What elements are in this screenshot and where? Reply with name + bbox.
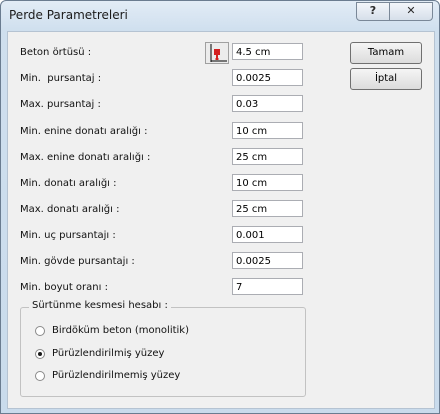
label-min-enine-donati: Min. enine donatı aralığı :	[20, 126, 148, 137]
label-max-pursantaj: Max. pursantaj :	[20, 99, 101, 110]
min-boyut-orani-input[interactable]: 7	[232, 278, 303, 295]
min-pursantaj-input[interactable]: 0.0025	[232, 69, 303, 86]
ok-button[interactable]: Tamam	[350, 42, 422, 64]
min-uc-pursantaji-input[interactable]: 0.001	[232, 226, 303, 243]
max-enine-donati-input[interactable]: 25 cm	[232, 148, 303, 165]
close-icon: ✕	[406, 4, 416, 17]
help-icon: ?	[369, 4, 377, 17]
concrete-cover-glyph	[210, 44, 227, 62]
radio-label: Pürüzlendirilmemiş yüzey	[52, 370, 181, 381]
radio-button[interactable]	[35, 326, 45, 336]
friction-shear-group: Sürtünme kesmesi hesabı : Birdöküm beton…	[20, 300, 306, 397]
friction-group-title: Sürtünme kesmesi hesabı :	[29, 300, 171, 311]
radio-label: Pürüzlendirilmiş yüzey	[52, 348, 165, 359]
dialog-body: Beton örtüsü : Min. pursantaj : Max. pur…	[7, 31, 435, 409]
close-button[interactable]: ✕	[389, 2, 433, 21]
label-min-pursantaj: Min. pursantaj :	[20, 73, 102, 84]
max-pursantaj-input[interactable]: 0.03	[232, 95, 303, 112]
radio-button-selected[interactable]	[35, 349, 45, 359]
concrete-cover-icon[interactable]	[205, 42, 229, 64]
label-max-enine-donati: Max. enine donatı aralığı :	[20, 152, 151, 163]
cancel-button[interactable]: İptal	[350, 68, 422, 90]
radio-button[interactable]	[35, 371, 45, 381]
help-button[interactable]: ?	[356, 2, 390, 21]
label-max-donati-araligi: Max. donatı aralığı :	[20, 204, 120, 215]
label-min-donati-araligi: Min. donatı aralığı :	[20, 178, 117, 189]
label-min-govde-pursantaji: Min. gövde pursantajı :	[20, 256, 135, 267]
label-beton-ortusu: Beton örtüsü :	[20, 47, 92, 58]
label-min-boyut-orani: Min. boyut oranı :	[20, 282, 108, 293]
radio-label: Birdöküm beton (monolitik)	[52, 325, 190, 336]
min-enine-donati-input[interactable]: 10 cm	[232, 122, 303, 139]
max-donati-araligi-input[interactable]: 25 cm	[232, 200, 303, 217]
title-bar[interactable]: Perde Parametreleri ? ✕	[1, 1, 439, 31]
beton-ortusu-input[interactable]: 4.5 cm	[232, 43, 303, 60]
min-govde-pursantaji-input[interactable]: 0.0025	[232, 252, 303, 269]
label-min-uc-pursantaji: Min. uç pursantajı :	[20, 230, 116, 241]
window-title: Perde Parametreleri	[9, 8, 128, 22]
radio-selected-dot	[38, 352, 42, 356]
dialog-window: Perde Parametreleri ? ✕ Beton örtüsü : M…	[0, 0, 440, 414]
min-donati-araligi-input[interactable]: 10 cm	[232, 174, 303, 191]
